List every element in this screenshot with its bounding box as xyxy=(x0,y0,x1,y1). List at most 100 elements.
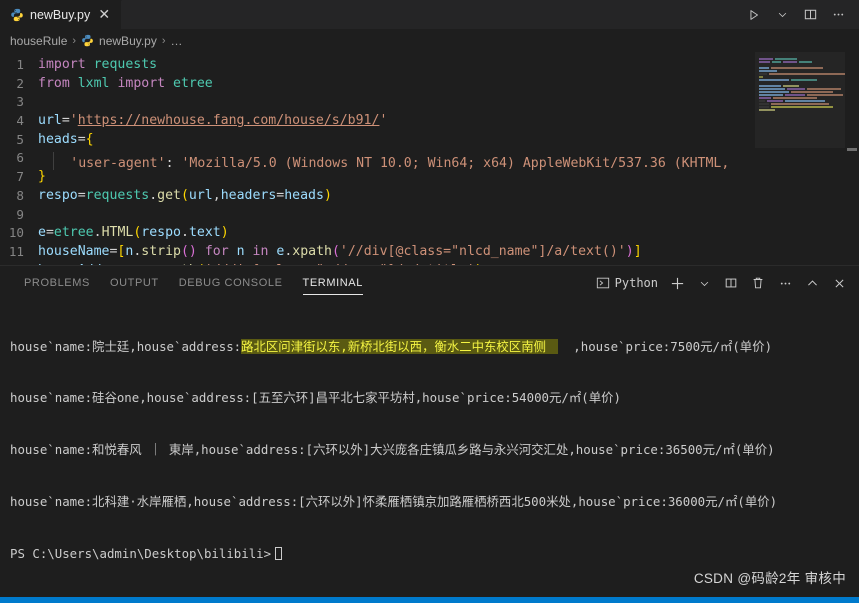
trash-icon xyxy=(753,278,763,289)
line-number: 2 xyxy=(16,75,24,91)
close-icon xyxy=(834,279,844,288)
plus-icon xyxy=(671,277,683,290)
line-number: 9 xyxy=(16,206,24,222)
bottom-panel: PROBLEMS OUTPUT DEBUG CONSOLE TERMINAL P… xyxy=(0,264,859,597)
split-terminal-button[interactable] xyxy=(719,271,743,295)
line-number: 4 xyxy=(16,113,24,129)
kill-terminal-button[interactable] xyxy=(746,271,770,295)
close-icon[interactable]: ✕ xyxy=(96,7,112,23)
breadcrumb-separator: › xyxy=(72,34,77,47)
overview-ruler-mark xyxy=(847,148,857,151)
terminal-line: house`name:硅谷one,house`address:[五至六环]昌平北… xyxy=(10,389,859,406)
terminal-icon xyxy=(596,278,609,289)
line-number: 10 xyxy=(8,225,24,241)
line-number: 8 xyxy=(16,187,24,203)
run-options-dropdown[interactable] xyxy=(769,2,795,28)
code-line: 11 houseName=[n.strip() for n in e.xpath(… xyxy=(0,243,859,262)
code-line: 8 respo=requests.get(url,headers=heads) xyxy=(0,187,859,206)
terminal-text: ,house`price:7500元/㎡(单价) xyxy=(558,338,773,354)
maximize-panel-button[interactable] xyxy=(800,271,824,295)
code-line: 10 e=etree.HTML(respo.text) xyxy=(0,224,859,243)
breadcrumb: houseRule › newBuy.py › … xyxy=(0,29,859,52)
line-content: houseName=[n.strip() for n in e.xpath('/… xyxy=(38,243,642,259)
terminal-text: house`name:院士廷,house`address: xyxy=(10,338,242,354)
ellipsis-icon xyxy=(780,282,790,285)
code-line: 5 heads={ xyxy=(0,131,859,150)
breadcrumb-item-file[interactable]: newBuy.py xyxy=(99,34,157,48)
breadcrumb-item-folder[interactable]: houseRule xyxy=(10,34,67,48)
panel-tab-terminal[interactable]: TERMINAL xyxy=(293,266,373,301)
url-link[interactable]: https://newhouse.fang.com/house/s/b91/ xyxy=(78,113,380,128)
code-line: 6 'user-agent': 'Mozilla/5.0 (Windows NT… xyxy=(0,149,859,171)
chevron-up-icon xyxy=(807,280,817,286)
terminal-text: house`name:和悦春风 ｜ 東岸,house`address:[六环以外… xyxy=(10,442,775,458)
panel-more-actions-button[interactable] xyxy=(773,271,797,295)
editor-tab-label: newBuy.py xyxy=(30,8,91,22)
minimap[interactable] xyxy=(755,52,845,265)
line-content: respo=requests.get(url,headers=heads) xyxy=(38,187,332,203)
editor-scrollbar[interactable] xyxy=(845,52,859,265)
editor-tab-newbuy-py[interactable]: newBuy.py ✕ xyxy=(0,0,123,29)
code-line: 2 from lxml import etree xyxy=(0,75,859,94)
line-number: 7 xyxy=(16,169,24,185)
python-icon xyxy=(11,8,23,22)
panel-tab-debug-console[interactable]: DEBUG CONSOLE xyxy=(169,266,293,301)
code-line: 3 xyxy=(0,93,859,112)
panel-tab-list: PROBLEMS OUTPUT DEBUG CONSOLE TERMINAL xyxy=(14,266,373,301)
line-number: 3 xyxy=(16,94,24,110)
run-python-file-button[interactable] xyxy=(741,2,767,28)
line-content: from lxml import etree xyxy=(38,75,213,91)
terminal-cursor xyxy=(275,547,283,561)
chevron-down-icon xyxy=(778,12,786,18)
line-content: import requests xyxy=(38,57,158,72)
panel-tab-label: TERMINAL xyxy=(302,277,363,290)
line-content: url='https://newhouse.fang.com/house/s/b… xyxy=(38,113,388,129)
line-number: 6 xyxy=(16,150,24,166)
line-content xyxy=(38,206,859,225)
terminal-line: house`name:北科建·水岸雁栖,house`address:[六环以外]… xyxy=(10,493,859,510)
terminal-prompt-line: PS C:\Users\admin\Desktop\bilibili> xyxy=(10,545,859,562)
new-terminal-dropdown[interactable] xyxy=(692,271,716,295)
line-content: heads={ xyxy=(38,131,94,147)
editor-actions xyxy=(741,0,859,29)
split-editor-button[interactable] xyxy=(797,2,823,28)
panel-tab-label: DEBUG CONSOLE xyxy=(178,277,283,290)
chevron-down-icon xyxy=(700,281,708,287)
code-lines: 1 import requests 2 from lxml import etree… xyxy=(0,52,859,265)
code-line: 4 url='https://newhouse.fang.com/house/s/… xyxy=(0,112,859,131)
line-content: 'user-agent': 'Mozilla/5.0 (Windows NT 1… xyxy=(38,149,859,171)
panel-tab-problems[interactable]: PROBLEMS xyxy=(14,266,100,301)
split-terminal-icon xyxy=(725,279,737,288)
terminal-text: house`name:硅谷one,house`address:[五至六环]昌平北… xyxy=(10,390,621,406)
terminal-text: house`name:北科建·水岸雁栖,house`address:[六环以外]… xyxy=(10,494,778,510)
terminal-line: house`name:院士廷,house`address:路北区问津街以东,新桥… xyxy=(10,338,859,355)
status-bar xyxy=(0,597,859,603)
line-content: } xyxy=(38,169,46,185)
code-line: 1 import requests xyxy=(0,56,859,75)
panel-tab-label: OUTPUT xyxy=(109,277,159,290)
close-panel-button[interactable] xyxy=(827,271,851,295)
terminal-shell-label: Python xyxy=(614,276,658,291)
line-content: e=etree.HTML(respo.text) xyxy=(38,225,229,241)
code-line: 7} xyxy=(0,168,859,187)
more-actions-button[interactable] xyxy=(825,2,851,28)
ellipsis-icon xyxy=(833,13,843,16)
panel-tab-label: PROBLEMS xyxy=(24,277,90,290)
terminal-shell-selector[interactable]: Python xyxy=(592,276,662,290)
new-terminal-button[interactable] xyxy=(665,271,689,295)
code-line: 9 xyxy=(0,206,859,225)
line-number: 5 xyxy=(16,131,24,147)
terminal-output[interactable]: house`name:院士廷,house`address:路北区问津街以东,新桥… xyxy=(0,301,859,597)
editor-tab-bar: newBuy.py ✕ xyxy=(0,0,859,29)
minimap-slider[interactable] xyxy=(755,52,845,148)
breadcrumb-item-symbols[interactable]: … xyxy=(171,34,183,48)
breadcrumb-separator: › xyxy=(161,34,166,47)
line-number: 1 xyxy=(16,57,24,72)
play-icon xyxy=(750,9,758,20)
terminal-prompt: PS C:\Users\admin\Desktop\bilibili> xyxy=(10,546,272,562)
panel-tab-output[interactable]: OUTPUT xyxy=(100,266,169,301)
panel-actions: Python xyxy=(592,271,859,295)
code-editor[interactable]: 1 import requests 2 from lxml import etree… xyxy=(0,52,859,265)
terminal-line: house`name:和悦春风 ｜ 東岸,house`address:[六环以外… xyxy=(10,441,859,458)
terminal-text-highlighted: 路北区问津街以东,新桥北街以西，衡水二中东校区南侧 xyxy=(241,338,559,354)
